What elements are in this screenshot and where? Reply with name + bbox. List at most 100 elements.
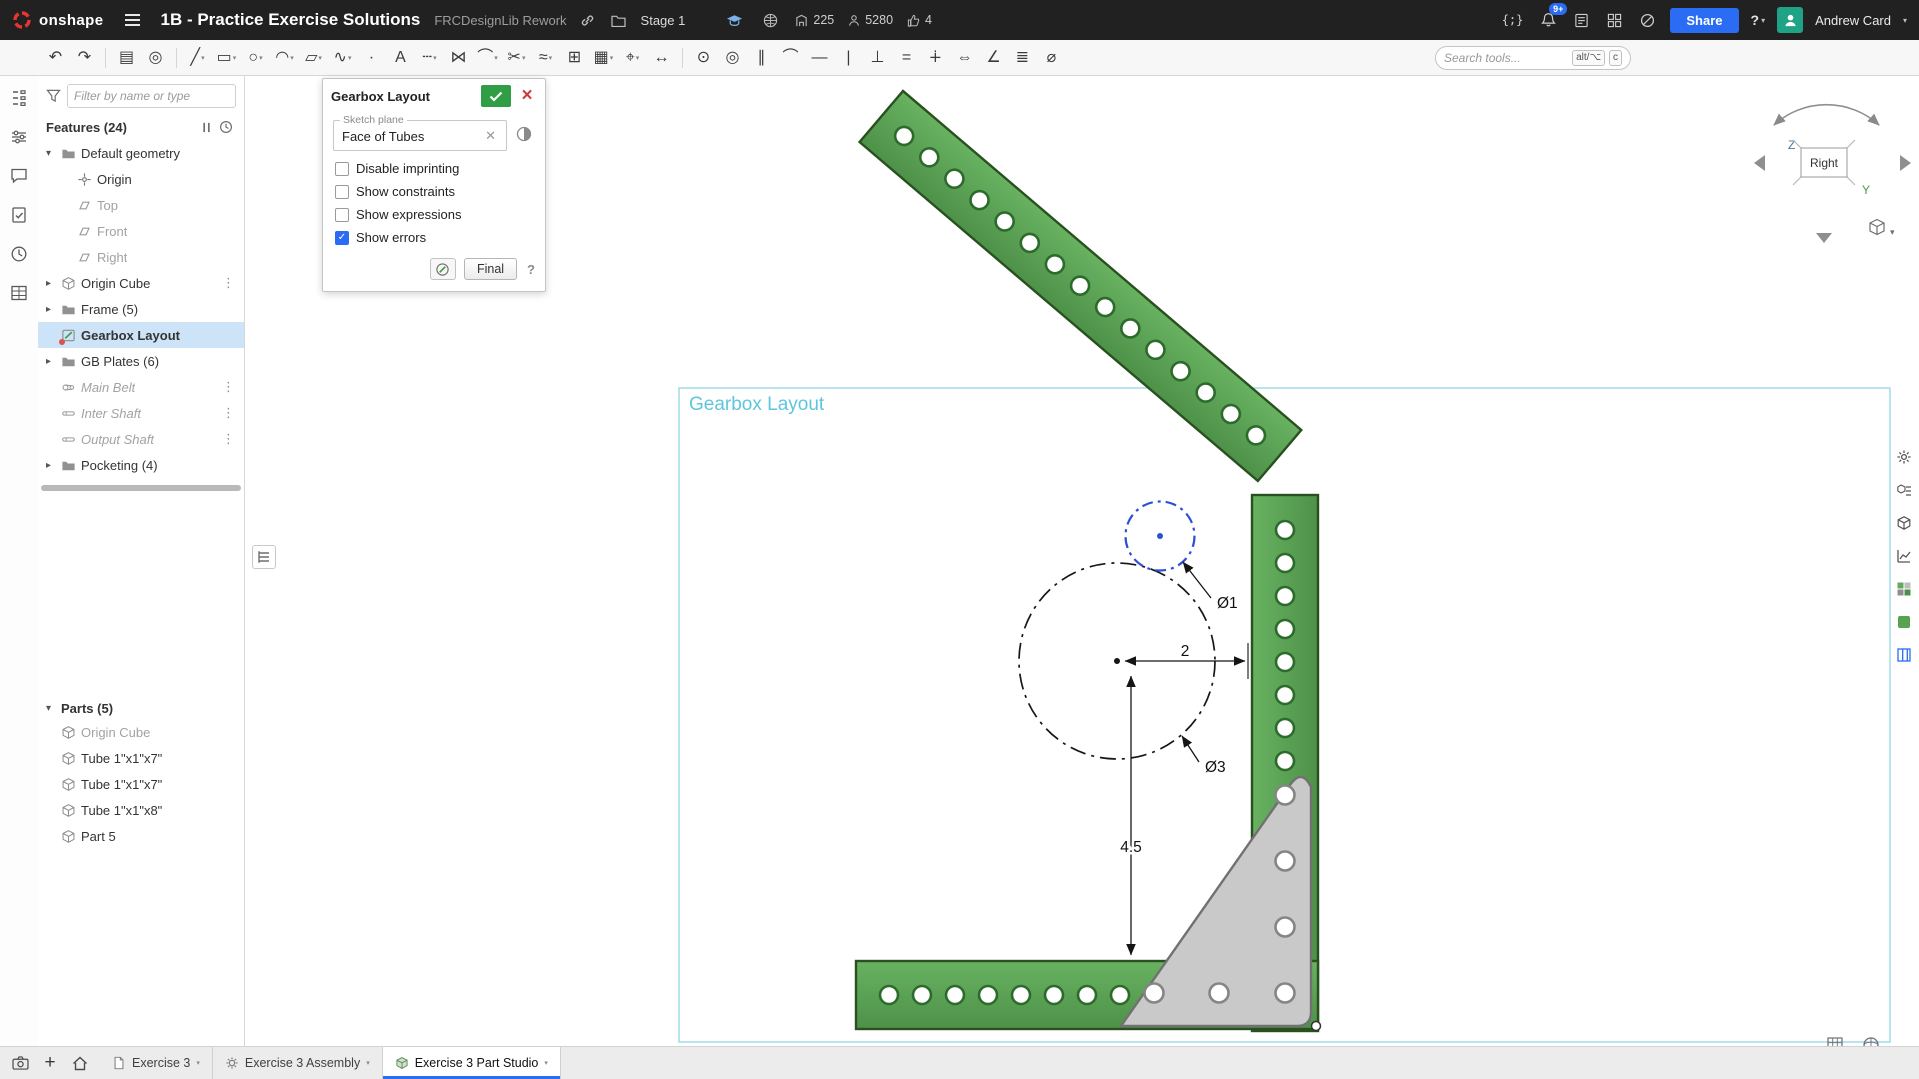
- half-shaded-circle-icon[interactable]: [513, 120, 535, 145]
- concentric-constraint-tool-button[interactable]: ◎: [719, 44, 746, 72]
- dimension-center-offset[interactable]: 2: [1124, 641, 1249, 679]
- rotate-right-arrow[interactable]: [1900, 155, 1911, 171]
- corner-rectangle-tool-button[interactable]: ▭ ▾: [213, 44, 240, 72]
- feature-item-origin[interactable]: Origin: [38, 166, 244, 192]
- construction-tool-button[interactable]: ┄ ▾: [416, 44, 443, 72]
- feature-item-pocketing-4[interactable]: ▸ Pocketing (4): [38, 452, 244, 478]
- palette-icon[interactable]: [1892, 577, 1916, 601]
- sketch-entities[interactable]: 2 4.5 Ø1 Ø3: [1018, 500, 1249, 956]
- comments-icon[interactable]: [7, 164, 31, 188]
- feature-item-gearbox-layout[interactable]: Gearbox Layout: [38, 322, 244, 348]
- apps-grid-icon[interactable]: [1604, 10, 1625, 31]
- help-menu[interactable]: ? ▾: [1751, 12, 1766, 28]
- undo-tool-button[interactable]: ↶: [42, 44, 69, 72]
- caret-down-icon[interactable]: ▾: [46, 148, 61, 159]
- text-tool-button[interactable]: A: [387, 44, 414, 72]
- line-tool-button[interactable]: ╱ ▾: [184, 44, 211, 72]
- cube-icon[interactable]: [1892, 511, 1916, 535]
- sketch-plane-value[interactable]: Face of Tubes: [342, 129, 483, 144]
- pattern-tool-button[interactable]: ▦ ▾: [590, 44, 617, 72]
- part-item-part-5[interactable]: Part 5: [38, 823, 244, 849]
- camera-icon[interactable]: [8, 1051, 32, 1075]
- feature-list-icon[interactable]: [7, 86, 31, 110]
- symmetric-constraint-tool-button[interactable]: ⇔: [951, 44, 978, 72]
- fillet-tool-button[interactable]: ⌒ ▾: [474, 44, 501, 72]
- trim-tool-button[interactable]: ✂ ▾: [503, 44, 530, 72]
- gear-icon[interactable]: [1892, 445, 1916, 469]
- slot-tool-button[interactable]: ▱ ▾: [300, 44, 327, 72]
- center-circle-tool-button[interactable]: ○ ▾: [242, 44, 269, 72]
- perpendicular-constraint-tool-button[interactable]: ⊥: [864, 44, 891, 72]
- part-item-tube-1-x1-x7[interactable]: Tube 1"x1"x7": [38, 771, 244, 797]
- material-icon[interactable]: [1892, 610, 1916, 634]
- feature-item-right[interactable]: Right: [38, 244, 244, 270]
- dimension-tool-button[interactable]: ↔: [648, 44, 675, 72]
- dimension-diameter-small[interactable]: Ø1: [1182, 561, 1240, 614]
- add-tab-button[interactable]: +: [38, 1051, 62, 1075]
- offline-status-icon[interactable]: [1637, 10, 1658, 31]
- search-tools-box[interactable]: alt/⌥ c: [1435, 45, 1631, 70]
- rotate-down-arrow[interactable]: [1816, 233, 1832, 243]
- feature-item-output-shaft[interactable]: Output Shaft ⋮: [38, 426, 244, 452]
- dimension-45-text[interactable]: 4.5: [1118, 837, 1145, 859]
- pause-bars-icon[interactable]: [197, 118, 216, 137]
- final-button[interactable]: Final: [463, 258, 518, 280]
- overflow-dots-icon[interactable]: ⋮: [222, 431, 235, 447]
- checkbox-unchecked[interactable]: [335, 207, 349, 222]
- tables-grid-icon[interactable]: [7, 281, 31, 305]
- accept-button[interactable]: [481, 85, 511, 107]
- cancel-button[interactable]: ×: [517, 85, 537, 107]
- rotate-left-arrow[interactable]: [1754, 155, 1765, 171]
- education-icon[interactable]: [723, 11, 746, 30]
- search-tools-input[interactable]: [1444, 50, 1569, 65]
- paste-sketch-tool-button[interactable]: ▤: [113, 44, 140, 72]
- option-show-constraints[interactable]: Show constraints: [335, 180, 533, 203]
- use-project-tool-button[interactable]: ⊞: [561, 44, 588, 72]
- sketch-plane-field[interactable]: Sketch plane Face of Tubes ✕: [333, 114, 507, 151]
- rotate-arc[interactable]: [1773, 103, 1880, 126]
- feature-filter-input[interactable]: [67, 84, 236, 108]
- angle-constraint-tool-button[interactable]: ∠: [980, 44, 1007, 72]
- option-show-errors[interactable]: ✓ Show errors: [335, 226, 533, 249]
- configurations-icon[interactable]: [7, 125, 31, 149]
- caret-right-icon[interactable]: ▸: [46, 356, 61, 367]
- caret-right-icon[interactable]: ▸: [46, 278, 61, 289]
- history-clock-icon[interactable]: [7, 242, 31, 266]
- measure-tool-button[interactable]: ⌀: [1038, 44, 1065, 72]
- view-face-label[interactable]: Right: [1810, 156, 1839, 170]
- midpoint-constraint-tool-button[interactable]: ∔: [922, 44, 949, 72]
- featurescript-icon[interactable]: {;}: [1499, 10, 1527, 30]
- spline-tool-button[interactable]: ∿ ▾: [329, 44, 356, 72]
- vertical-constraint-tool-button[interactable]: |: [835, 44, 862, 72]
- checkbox-unchecked[interactable]: [335, 161, 349, 176]
- part-item-tube-1-x1-x8[interactable]: Tube 1"x1"x8": [38, 797, 244, 823]
- chart-icon[interactable]: [1892, 544, 1916, 568]
- clock-icon[interactable]: [216, 117, 236, 137]
- offset-tool-button[interactable]: ≈ ▾: [532, 44, 559, 72]
- transform-tool-button[interactable]: ⌖ ▾: [619, 44, 646, 72]
- menu-icon[interactable]: [121, 10, 144, 30]
- tab-exercise-3-assembly[interactable]: Exercise 3 Assembly ▾: [213, 1047, 383, 1079]
- globe-icon[interactable]: [760, 10, 781, 31]
- insert-dxf-tool-button[interactable]: ◎: [142, 44, 169, 72]
- dimension-d1-text[interactable]: Ø1: [1215, 593, 1240, 614]
- caret-down-icon[interactable]: ▾: [1903, 16, 1907, 25]
- user-name[interactable]: Andrew Card: [1815, 13, 1891, 28]
- view-menu-button[interactable]: ▾: [1869, 218, 1895, 238]
- option-disable-imprinting[interactable]: Disable imprinting: [335, 157, 533, 180]
- feature-item-origin-cube[interactable]: ▸ Origin Cube ⋮: [38, 270, 244, 296]
- feature-item-main-belt[interactable]: Main Belt ⋮: [38, 374, 244, 400]
- caret-right-icon[interactable]: ▸: [46, 460, 61, 471]
- share-button[interactable]: Share: [1670, 7, 1739, 33]
- redo-tool-button[interactable]: ↷: [71, 44, 98, 72]
- overflow-dots-icon[interactable]: ⋮: [222, 275, 235, 291]
- equal-constraint-tool-button[interactable]: =: [893, 44, 920, 72]
- point-tool-button[interactable]: ∙: [358, 44, 385, 72]
- parts-header[interactable]: ▾ Parts (5): [38, 698, 244, 719]
- home-icon[interactable]: [68, 1051, 92, 1075]
- table-columns-icon[interactable]: [1892, 643, 1916, 667]
- selected-circle-center-point[interactable]: [1157, 533, 1163, 539]
- dimension-diameter-large[interactable]: Ø3: [1181, 735, 1228, 778]
- angled-tube-part[interactable]: [857, 89, 1303, 483]
- checkbox-unchecked[interactable]: [335, 184, 349, 199]
